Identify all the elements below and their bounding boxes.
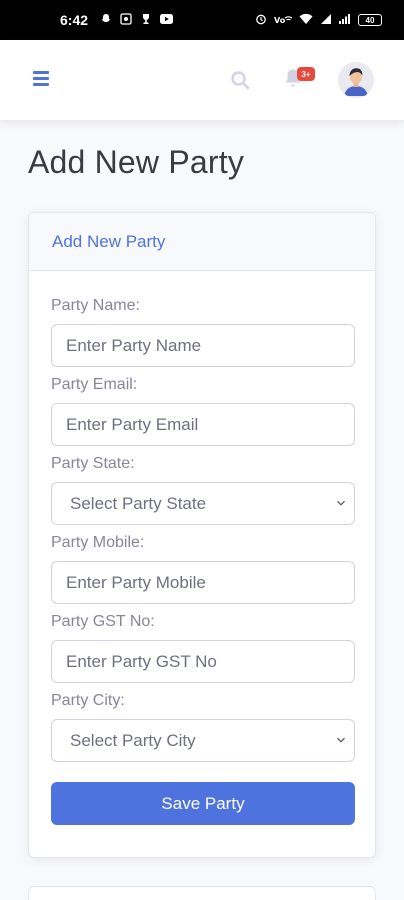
user-avatar[interactable]	[338, 62, 374, 98]
card-header: Add New Party	[29, 213, 375, 271]
secondary-card	[28, 886, 376, 900]
topbar: 3+	[0, 40, 404, 120]
party-name-label: Party Name:	[51, 297, 140, 314]
mobile-signal-icon	[320, 13, 332, 27]
card-title: Add New Party	[52, 232, 166, 251]
party-state-label: Party State:	[51, 455, 135, 472]
party-city-select[interactable]: Select Party City	[51, 719, 355, 762]
alarm-icon	[255, 13, 267, 27]
party-city-label: Party City:	[51, 692, 125, 709]
svg-text:Vo: Vo	[274, 16, 286, 25]
status-bar: 6:42 Vo 40	[0, 0, 404, 40]
party-state-selected-value: Select Party State	[70, 493, 207, 513]
status-time: 6:42	[60, 12, 89, 28]
youtube-icon	[160, 14, 174, 26]
add-party-form: Party Name: Party Email: Party State: Se…	[29, 271, 375, 825]
party-email-input[interactable]	[51, 403, 355, 446]
notification-count-badge: 3+	[297, 67, 315, 81]
signal-bars-icon	[339, 13, 351, 27]
party-gst-input[interactable]	[51, 640, 355, 683]
status-bar-right: Vo 40	[255, 13, 382, 27]
party-gst-label: Party GST No:	[51, 613, 155, 630]
party-mobile-input[interactable]	[51, 561, 355, 604]
search-icon[interactable]	[230, 70, 250, 90]
add-party-card: Add New Party Party Name: Party Email: P…	[28, 212, 376, 858]
trophy-icon	[140, 13, 152, 27]
chevron-down-icon	[337, 737, 345, 743]
menu-toggle-icon[interactable]	[33, 71, 49, 86]
save-party-button[interactable]: Save Party	[51, 782, 355, 825]
snapchat-icon	[100, 13, 112, 27]
vowifi-icon: Vo	[274, 13, 293, 27]
party-state-select[interactable]: Select Party State	[51, 482, 355, 525]
photo-icon	[120, 13, 132, 27]
page-title: Add New Party	[28, 144, 245, 180]
status-bar-left: 6:42	[60, 12, 174, 28]
party-email-label: Party Email:	[51, 376, 138, 393]
party-city-selected-value: Select Party City	[70, 730, 196, 750]
wifi-icon	[299, 13, 313, 27]
party-mobile-label: Party Mobile:	[51, 534, 145, 551]
party-name-input[interactable]	[51, 324, 355, 367]
battery-icon: 40	[358, 14, 382, 26]
chevron-down-icon	[337, 500, 345, 506]
